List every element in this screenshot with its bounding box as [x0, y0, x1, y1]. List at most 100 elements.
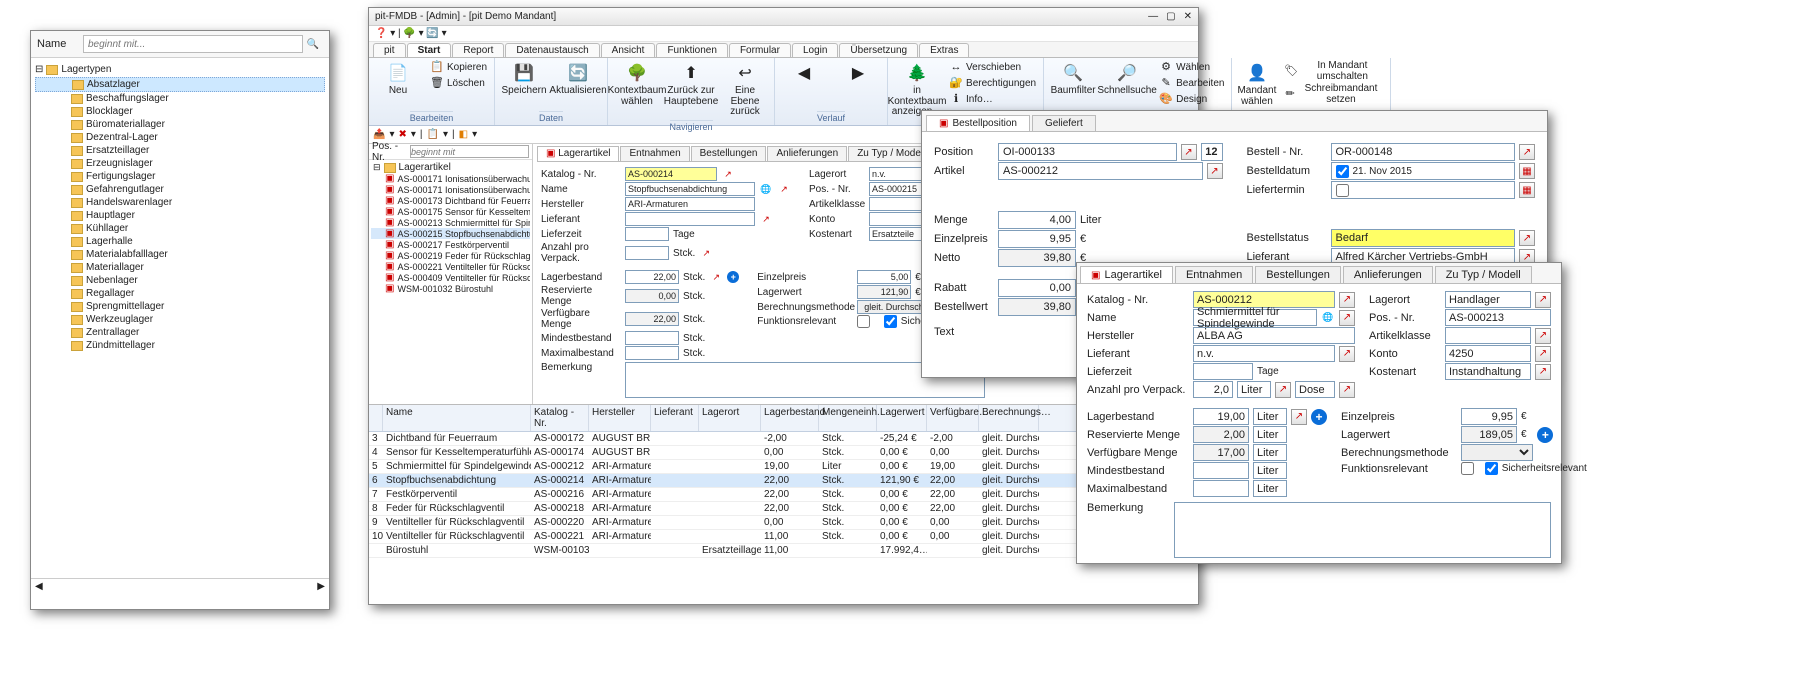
ribbon-button[interactable]: ↩Eine Ebene zurück [720, 60, 770, 120]
ribbon-button[interactable]: 📋Kopieren [427, 60, 490, 76]
ribbon-button[interactable]: 🎨Design [1156, 92, 1227, 108]
ribbon-button[interactable]: 🔄Aktualisieren [553, 60, 603, 99]
ribbon-button[interactable]: 🏷In Mandant umschalten [1281, 60, 1386, 83]
tree-node[interactable]: Fertigungslager [35, 170, 325, 183]
tree-node[interactable]: Erzeugnislager [35, 157, 325, 170]
tree-root[interactable]: ⊟ Lagertypen [35, 64, 325, 75]
table-row[interactable]: 8Feder für RückschlagventilAS-000218ARI-… [369, 502, 1198, 516]
ribbon-button[interactable]: 🔐Berechtigungen [946, 76, 1039, 92]
globe-icon[interactable]: 🌐 [1321, 311, 1335, 325]
collapse-icon[interactable]: ⊟ [35, 64, 43, 75]
maximize-icon[interactable]: ▢ [1166, 11, 1175, 22]
ribbon-button[interactable]: ⬆Zurück zur Hauptebene [666, 60, 716, 109]
menu-tab[interactable]: Login [792, 43, 838, 57]
table-row[interactable]: BürostuhlWSM-001031Ersatzteillager11,001… [369, 544, 1198, 558]
ribbon-button[interactable]: 💾Speichern [499, 60, 549, 99]
plus-icon[interactable]: + [727, 271, 739, 283]
minimize-icon[interactable]: — [1148, 11, 1158, 22]
status-field[interactable]: Bedarf [1331, 229, 1516, 247]
menu-tab[interactable]: Übersetzung [839, 43, 918, 57]
plus-icon[interactable]: + [1311, 409, 1327, 425]
list-item[interactable]: ▣ AS-000217 Festkörperventil [371, 239, 530, 250]
ribbon-button[interactable]: 🔎Schnellsuche [1102, 60, 1152, 99]
article-tab[interactable]: Entnahmen [1175, 266, 1253, 283]
tree-node[interactable]: Zündmittellager [35, 339, 325, 352]
katalog-field[interactable] [625, 167, 717, 181]
tree-node[interactable]: Nebenlager [35, 274, 325, 287]
ribbon-button[interactable]: ◀ [779, 60, 829, 88]
table-row[interactable]: 5Schmiermittel für SpindelgewindeAS-0002… [369, 460, 1198, 474]
tree-node[interactable]: Zentrallager [35, 326, 325, 339]
list-item[interactable]: ▣ AS-000171 Ionisationsüberwachung [371, 184, 530, 195]
list-item[interactable]: ▣ AS-000175 Sensor für Kesseltemperaturf… [371, 206, 530, 217]
ribbon-button[interactable]: ✏Schreibmandant setzen [1281, 83, 1386, 106]
list-item[interactable]: ▣ AS-000213 Schmiermittel für Spindelgew… [371, 217, 530, 228]
tree-node[interactable]: Sprengmittellager [35, 300, 325, 313]
list-item[interactable]: ▣ AS-000409 Ventilteller für Rückschlagv… [371, 272, 530, 283]
detail-tab[interactable]: Entnahmen [620, 146, 689, 161]
ribbon-button[interactable]: 👤Mandant wählen [1236, 60, 1277, 109]
ribbon-button[interactable]: ▶ [833, 60, 883, 88]
tree-node[interactable]: Ersatzteillager [35, 144, 325, 157]
ribbon-button[interactable]: ⚙Wählen [1156, 60, 1227, 76]
left-search-input[interactable] [410, 145, 529, 158]
tree-node[interactable]: Materialabfalllager [35, 248, 325, 261]
article-tab[interactable]: Zu Typ / Modell [1435, 266, 1532, 283]
menu-tab[interactable]: Formular [729, 43, 791, 57]
ribbon-button[interactable]: 📄Neu [373, 60, 423, 99]
tree-node[interactable]: Handelswarenlager [35, 196, 325, 209]
tree-node[interactable]: Gefahrengutlager [35, 183, 325, 196]
lookup-icon[interactable]: ↗ [721, 167, 735, 181]
ribbon-button[interactable]: ✎Bearbeiten [1156, 76, 1227, 92]
tree-node[interactable]: Lagerhalle [35, 235, 325, 248]
list-item[interactable]: ▣ WSM-001032 Bürostuhl [371, 283, 530, 294]
tree-node[interactable]: Büromateriallager [35, 118, 325, 131]
calendar-icon[interactable]: ▦ [1519, 163, 1535, 179]
globe-icon[interactable]: 🌐 [759, 182, 773, 196]
ribbon-button[interactable]: ℹInfo… [946, 92, 1039, 108]
list-item[interactable]: ▣ AS-000171 Ionisationsüberwachung [371, 173, 530, 184]
list-item[interactable]: ▣ AS-000219 Feder für Rückschlagventil [371, 250, 530, 261]
detail-tab[interactable]: Anlieferungen [767, 146, 847, 161]
tree-node[interactable]: Beschaffungslager [35, 92, 325, 105]
ribbon-button[interactable]: 🔍Baumfilter [1048, 60, 1098, 99]
menu-tab[interactable]: Datenaustausch [505, 43, 599, 57]
tree-node[interactable]: Absatzlager [35, 77, 325, 92]
search-icon[interactable]: 🔍 [303, 39, 323, 50]
menu-tab[interactable]: Extras [919, 43, 969, 57]
menu-tab[interactable]: Start [407, 43, 452, 57]
table-row[interactable]: 3Dichtband für FeuerraumAS-000172AUGUST … [369, 432, 1198, 446]
table-row[interactable]: 9Ventilteller für RückschlagventilAS-000… [369, 516, 1198, 530]
table-row[interactable]: 7FestkörperventilAS-000216ARI-Armaturen2… [369, 488, 1198, 502]
tree-node[interactable]: Werkzeuglager [35, 313, 325, 326]
detail-tab[interactable]: ▣ Lagerartikel [537, 146, 619, 161]
article-tab[interactable]: ▣ Lagerartikel [1080, 266, 1173, 283]
table-row[interactable]: 6StopfbuchsenabdichtungAS-000214ARI-Arma… [369, 474, 1198, 488]
tree-node[interactable]: Kühllager [35, 222, 325, 235]
ribbon-button[interactable]: 🗑Löschen [427, 76, 490, 92]
detail-tab[interactable]: Bestellungen [691, 146, 767, 161]
lookup-icon[interactable]: ↗ [1181, 144, 1197, 160]
menu-tab[interactable]: Funktionen [656, 43, 727, 57]
ribbon-button[interactable]: 🌳Kontextbaum wählen [612, 60, 662, 109]
tab-geliefert[interactable]: Geliefert [1032, 115, 1096, 131]
article-tab[interactable]: Bestellungen [1255, 266, 1341, 283]
tree-node[interactable]: Blocklager [35, 105, 325, 118]
close-icon[interactable]: ✕ [1184, 11, 1192, 22]
tree-search-input[interactable] [83, 35, 303, 53]
article-tab[interactable]: Anlieferungen [1343, 266, 1433, 283]
tree-node[interactable]: Hauptlager [35, 209, 325, 222]
menu-tab[interactable]: pit [373, 43, 406, 57]
tree-node[interactable]: Regallager [35, 287, 325, 300]
table-row[interactable]: 10Ventilteller für RückschlagventilAS-00… [369, 530, 1198, 544]
remarks-textarea[interactable] [1174, 502, 1551, 558]
list-item[interactable]: ▣ AS-000215 Stopfbuchsenabdichtung [371, 228, 530, 239]
list-item[interactable]: ▣ AS-000173 Dichtband für Feuerraum [371, 195, 530, 206]
list-item[interactable]: ▣ AS-000221 Ventilteller für Rückschlagv… [371, 261, 530, 272]
table-row[interactable]: 4Sensor für KesseltemperaturfühlerAS-000… [369, 446, 1198, 460]
tree-node[interactable]: Dezentral-Lager [35, 131, 325, 144]
tree-scrollbar[interactable]: ◀▶ [31, 578, 329, 594]
tree-node[interactable]: Materiallager [35, 261, 325, 274]
ribbon-button[interactable]: ↔Verschieben [946, 60, 1039, 76]
tab-bestellposition[interactable]: ▣Bestellposition [926, 115, 1030, 131]
